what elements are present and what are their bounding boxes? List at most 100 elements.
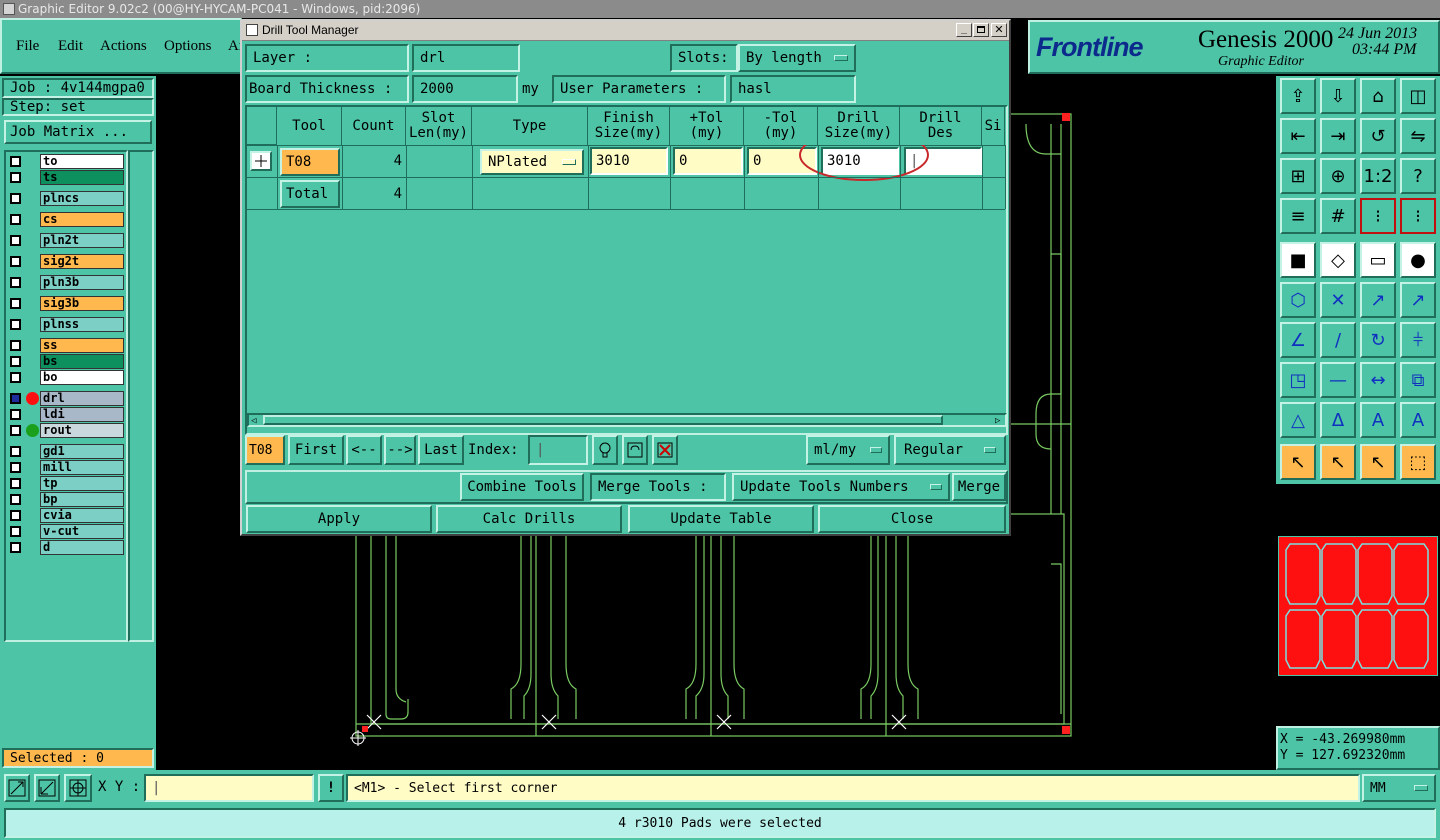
layer-name[interactable]: bp [40, 492, 124, 507]
layer-row[interactable]: ts [8, 170, 124, 185]
netlist-icon[interactable]: ⁝ [1360, 198, 1396, 234]
layer-row[interactable]: cs [8, 212, 124, 227]
line-icon[interactable]: ◇ [1320, 242, 1356, 278]
layer-row[interactable]: pln3b [8, 275, 124, 290]
ruler-icon[interactable]: ▭ [1360, 242, 1396, 278]
layer-name[interactable]: ss [40, 338, 124, 353]
layer-checkbox[interactable] [10, 542, 21, 553]
text-icon[interactable]: Δ [1320, 402, 1356, 438]
units-dropdown[interactable]: ml/my [806, 435, 890, 465]
layer-checkbox[interactable] [10, 393, 21, 404]
layer-row[interactable]: d [8, 540, 124, 555]
align-icon[interactable]: — [1320, 362, 1356, 398]
layer-name[interactable]: bs [40, 354, 124, 369]
prev-button[interactable]: <-- [346, 435, 382, 465]
layer-name[interactable]: pln2t [40, 233, 124, 248]
layer-name[interactable]: plnss [40, 317, 124, 332]
net-select-icon[interactable]: ⬚ [1400, 444, 1436, 480]
merge-button[interactable]: Merge [952, 473, 1006, 501]
pointer-icon[interactable]: ↖ [1280, 444, 1316, 480]
type-dropdown[interactable]: NPlated [480, 149, 584, 175]
layer-row[interactable]: sig3b [8, 296, 124, 311]
layer-name[interactable]: ts [40, 170, 124, 185]
maximize-icon[interactable] [973, 23, 989, 37]
copy-icon[interactable]: ◳ [1280, 362, 1316, 398]
connect-icon[interactable]: ⬡ [1280, 282, 1316, 318]
layer-row[interactable]: plncs [8, 191, 124, 206]
board-thumbnail[interactable] [1278, 536, 1438, 676]
alert-icon[interactable]: ! [318, 774, 344, 802]
first-button[interactable]: First [288, 435, 344, 465]
menu-edit[interactable]: Edit [58, 38, 83, 55]
scroll-thumb[interactable] [263, 415, 943, 425]
measure-icon[interactable] [34, 774, 60, 802]
layer-name[interactable]: v-cut [40, 524, 124, 539]
circle-icon[interactable]: ● [1400, 242, 1436, 278]
export-icon[interactable]: ⇥ [1320, 118, 1356, 154]
menu-file[interactable]: File [16, 38, 39, 55]
settings-icon[interactable]: ≡ [1280, 198, 1316, 234]
layer-name[interactable]: rout [40, 423, 124, 438]
column-header[interactable]: Tool [277, 107, 342, 145]
menu-actions[interactable]: Actions [100, 38, 147, 55]
layer-checkbox[interactable] [10, 319, 21, 330]
layer-row[interactable]: mill [8, 460, 124, 475]
layer-row[interactable]: gd1 [8, 444, 124, 459]
board-thickness-input[interactable]: 2000 [412, 75, 518, 103]
layer-name[interactable]: d [40, 540, 124, 555]
merge-option-dropdown[interactable]: Update Tools Numbers [732, 473, 950, 501]
layer-checkbox[interactable] [10, 214, 21, 225]
job-matrix-button[interactable]: Job Matrix ... [4, 120, 152, 144]
layer-name[interactable]: drl [40, 391, 124, 406]
layer-checkbox[interactable] [10, 172, 21, 183]
grid-snap-icon[interactable] [64, 774, 92, 802]
scroll-left-icon[interactable]: ◁ [251, 416, 256, 426]
layer-checkbox[interactable] [10, 298, 21, 309]
mode-dropdown[interactable]: Regular [894, 435, 1006, 465]
layer-checkbox[interactable] [10, 356, 21, 367]
scale-icon[interactable]: 1:2 [1360, 158, 1396, 194]
layer-row[interactable]: v-cut [8, 524, 124, 539]
layer-row[interactable]: ss [8, 338, 124, 353]
layer-checkbox[interactable] [10, 156, 21, 167]
layer-row[interactable]: cvia [8, 508, 124, 523]
user-parameters-input[interactable]: hasl [730, 75, 856, 103]
layer-checkbox[interactable] [10, 446, 21, 457]
layer-row[interactable]: to [8, 154, 124, 169]
layer-name[interactable]: cs [40, 212, 124, 227]
column-header[interactable]: Si [982, 107, 1005, 145]
route-icon[interactable]: A [1400, 402, 1436, 438]
layer-checkbox[interactable] [10, 478, 21, 489]
box-select-icon[interactable]: ↖ [1320, 444, 1356, 480]
column-header[interactable]: Finish Size(my) [588, 107, 670, 145]
help-icon[interactable]: ? [1400, 158, 1436, 194]
cross-icon[interactable]: ✕ [1320, 282, 1356, 318]
layer-row[interactable]: bo [8, 370, 124, 385]
next-button[interactable]: --> [384, 435, 416, 465]
layer-checkbox[interactable] [10, 277, 21, 288]
compare-icon[interactable]: ⁝ [1400, 198, 1436, 234]
calc-drills-button[interactable]: Calc Drills [436, 505, 622, 533]
layer-checkbox[interactable] [10, 510, 21, 521]
xy-input[interactable]: | [144, 774, 314, 802]
layer-row[interactable]: bp [8, 492, 124, 507]
finish-size-input[interactable]: 3010 [590, 147, 668, 175]
layer-name[interactable]: pln3b [40, 275, 124, 290]
layer-row[interactable]: rout [8, 423, 124, 438]
shape-icon[interactable]: ⧉ [1400, 362, 1436, 398]
layer-value-field[interactable]: drl [412, 44, 520, 72]
close-button[interactable]: Close [818, 505, 1006, 533]
layer-checkbox[interactable] [10, 526, 21, 537]
layer-checkbox[interactable] [10, 193, 21, 204]
layer-row[interactable]: ldi [8, 407, 124, 422]
zoom-fit-icon[interactable]: ⊞ [1280, 158, 1316, 194]
polygon-select-icon[interactable]: ↖ [1360, 444, 1396, 480]
column-header[interactable]: Type [472, 107, 588, 145]
layer-checkbox[interactable] [10, 340, 21, 351]
index-input[interactable]: | [528, 435, 588, 465]
angle-icon[interactable]: ∠ [1280, 322, 1316, 358]
import-icon[interactable]: ⇤ [1280, 118, 1316, 154]
layer-row[interactable]: bs [8, 354, 124, 369]
split-icon[interactable]: ⫩ [1400, 322, 1436, 358]
layer-row[interactable]: drl [8, 391, 124, 406]
